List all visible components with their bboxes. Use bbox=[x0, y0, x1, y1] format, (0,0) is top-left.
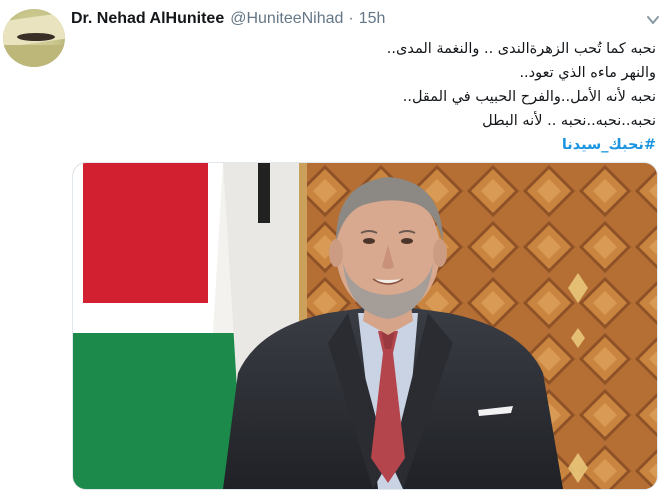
tweet-line: نحبه كما تُحب الزهرةالندى .. والنغمة الم… bbox=[386, 41, 656, 57]
tweet-line: نحبه..نحبه..نحبه .. لأنه البطل bbox=[482, 113, 656, 129]
tweet-text: نحبه كما تُحب الزهرةالندى .. والنغمة الم… bbox=[96, 37, 656, 157]
avatar[interactable] bbox=[3, 9, 65, 67]
photo-image bbox=[73, 163, 657, 489]
tweet-line: نحبه لأنه الأمل..والفرح الحبيب في المقل.… bbox=[402, 89, 656, 105]
chevron-down-icon[interactable] bbox=[646, 13, 660, 27]
separator-dot: · bbox=[348, 10, 354, 27]
display-name[interactable]: Dr. Nehad AlHunitee bbox=[71, 10, 224, 28]
tweet-header: Dr. Nehad AlHunitee @HuniteeNihad · 15h bbox=[71, 10, 385, 34]
tweet-photo[interactable] bbox=[72, 162, 658, 490]
tweet[interactable]: Dr. Nehad AlHunitee @HuniteeNihad · 15h … bbox=[0, 0, 670, 497]
hashtag-link[interactable]: #نحبك_سيدنا bbox=[96, 133, 656, 157]
timestamp[interactable]: 15h bbox=[359, 10, 386, 28]
tweet-line: والنهر ماءه الذي تعود.. bbox=[519, 65, 656, 81]
user-handle[interactable]: @HuniteeNihad bbox=[230, 10, 343, 28]
